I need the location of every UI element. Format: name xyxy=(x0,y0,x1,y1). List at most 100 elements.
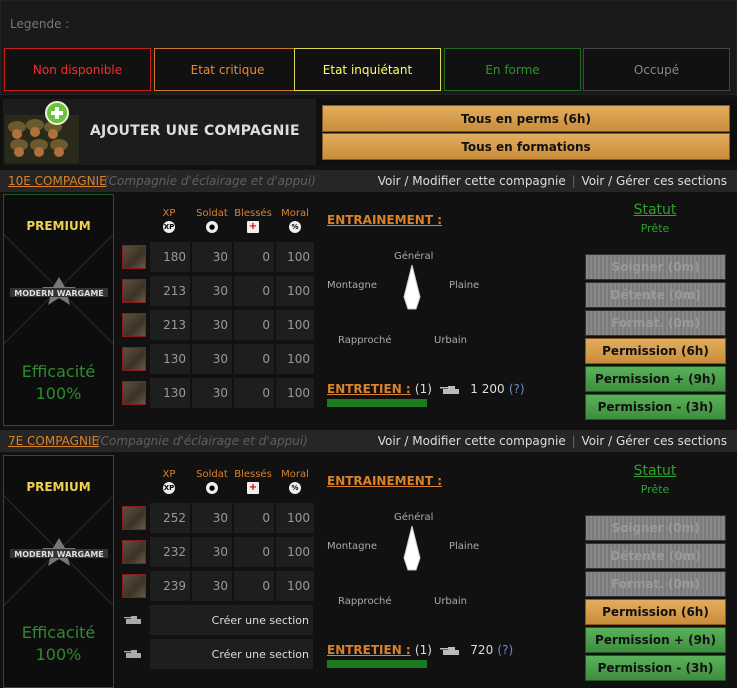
soldat-header: Soldat ● xyxy=(193,208,231,242)
status-panel: Statut Prête Soigner (0m) Détente (0m) F… xyxy=(580,194,730,426)
moral-cell: 100 xyxy=(276,242,314,272)
statut-link[interactable]: Statut xyxy=(580,202,730,218)
entretien-label[interactable]: ENTRETIEN : xyxy=(327,643,411,657)
radar-label-urbain: Urbain xyxy=(434,335,468,346)
company-name-link[interactable]: 10E COMPAGNIE xyxy=(8,174,107,188)
xp-cell: 213 xyxy=(150,276,190,306)
permission-button[interactable]: Permission (6h) xyxy=(585,338,726,364)
moral-cell: 100 xyxy=(276,344,314,374)
moral-cell: 100 xyxy=(276,378,314,408)
entretien-cost: 720 xyxy=(470,643,494,657)
blesses-cell: 0 xyxy=(234,378,274,408)
table-row[interactable]: 252 30 0 100 xyxy=(120,503,315,533)
soldat-cell: 30 xyxy=(192,344,232,374)
soldat-cell: 30 xyxy=(192,537,232,567)
blesses-cell: 0 xyxy=(234,310,274,340)
training-title[interactable]: ENTRAINEMENT : xyxy=(327,474,442,488)
permission-plus-button[interactable]: Permission + (9h) xyxy=(585,627,726,653)
modern-wargame-logo: MODERN WARGAME xyxy=(10,277,108,305)
manage-sections-link[interactable]: Voir / Gérer ces sections xyxy=(581,174,727,188)
medical-cross-icon: + xyxy=(247,482,259,494)
soldat-cell: 30 xyxy=(192,276,232,306)
efficacite-label: Efficacité xyxy=(21,623,96,642)
permission-plus-button[interactable]: Permission + (9h) xyxy=(585,366,726,392)
link-separator: | xyxy=(571,434,576,448)
table-row[interactable]: 180 30 0 100 xyxy=(120,242,315,272)
moral-cell: 100 xyxy=(276,537,314,567)
xp-header-label: XP xyxy=(162,208,176,219)
soldat-cell: 30 xyxy=(192,503,232,533)
entretien-line: ENTRETIEN : (1) 1 200 (?) xyxy=(327,382,525,396)
premium-label: PREMIUM xyxy=(26,480,91,494)
statut-link[interactable]: Statut xyxy=(580,463,730,479)
create-section-link[interactable]: Créer une section xyxy=(150,605,313,635)
table-row[interactable]: 232 30 0 100 xyxy=(120,537,315,567)
soldat-cell: 30 xyxy=(192,571,232,601)
soldier-icon: ● xyxy=(206,221,218,233)
section-soldier-image xyxy=(122,506,146,530)
moral-header-label: Moral xyxy=(281,469,309,480)
moral-cell: 100 xyxy=(276,571,314,601)
permission-minus-button[interactable]: Permission - (3h) xyxy=(585,655,726,681)
blesses-cell: 0 xyxy=(234,537,274,567)
soigner-button[interactable]: Soigner (0m) xyxy=(585,515,726,541)
link-separator: | xyxy=(571,174,576,188)
section-soldier-image xyxy=(122,540,146,564)
xp-icon: XP xyxy=(163,221,175,233)
detente-button[interactable]: Détente (0m) xyxy=(585,543,726,569)
company-description: (Compagnie d'éclairage et d'appui) xyxy=(96,434,308,448)
table-row[interactable]: 213 30 0 100 xyxy=(120,276,315,306)
entretien-count: (1) xyxy=(414,382,432,396)
soldat-header: Soldat ● xyxy=(193,469,231,503)
formation-button[interactable]: Format. (0m) xyxy=(585,310,726,336)
entretien-help-link[interactable]: (?) xyxy=(509,382,525,396)
detente-button[interactable]: Détente (0m) xyxy=(585,282,726,308)
add-company-button[interactable]: AJOUTER UNE COMPAGNIE xyxy=(3,99,316,165)
table-row[interactable]: 130 30 0 100 xyxy=(120,378,315,408)
table-row[interactable]: 213 30 0 100 xyxy=(120,310,315,340)
section-soldier-image xyxy=(122,245,146,269)
formation-button[interactable]: Format. (0m) xyxy=(585,571,726,597)
soldier-icon: ● xyxy=(206,482,218,494)
permission-minus-button[interactable]: Permission - (3h) xyxy=(585,394,726,420)
xp-cell: 213 xyxy=(150,310,190,340)
xp-header-label: XP xyxy=(162,469,176,480)
soldat-header-label: Soldat xyxy=(196,208,228,219)
company-links: Voir / Modifier cette compagnie | Voir /… xyxy=(378,174,727,188)
efficacite-label: Efficacité xyxy=(21,362,96,381)
table-row[interactable]: Créer une section xyxy=(120,639,315,669)
soigner-button[interactable]: Soigner (0m) xyxy=(585,254,726,280)
tank-icon xyxy=(124,616,141,624)
table-row[interactable]: Créer une section xyxy=(120,605,315,635)
efficacite-display: Efficacité 100% xyxy=(4,361,113,405)
training-radar-chart xyxy=(403,264,421,310)
entretien-help-link[interactable]: (?) xyxy=(497,643,513,657)
efficacite-value: 100% xyxy=(35,645,82,664)
radar-label-plaine: Plaine xyxy=(449,541,480,552)
legend-etat-inquietant: Etat inquiétant xyxy=(294,48,441,91)
create-section-link[interactable]: Créer une section xyxy=(150,639,313,669)
entretien-progress-bar xyxy=(327,660,427,668)
modify-company-link[interactable]: Voir / Modifier cette compagnie xyxy=(378,434,566,448)
permission-button[interactable]: Permission (6h) xyxy=(585,599,726,625)
efficacite-value: 100% xyxy=(35,384,82,403)
all-formations-button[interactable]: Tous en formations xyxy=(322,133,730,160)
svg-text:MODERN WARGAME: MODERN WARGAME xyxy=(14,550,104,559)
table-row[interactable]: 130 30 0 100 xyxy=(120,344,315,374)
training-title[interactable]: ENTRAINEMENT : xyxy=(327,213,442,227)
premium-label: PREMIUM xyxy=(26,219,91,233)
training-panel: ENTRAINEMENT : Général Plaine Montagne R… xyxy=(322,474,574,674)
manage-sections-link[interactable]: Voir / Gérer ces sections xyxy=(581,434,727,448)
entretien-cost: 1 200 xyxy=(470,382,505,396)
svg-text:MODERN WARGAME: MODERN WARGAME xyxy=(14,289,104,298)
entretien-label[interactable]: ENTRETIEN : xyxy=(327,382,411,396)
modify-company-link[interactable]: Voir / Modifier cette compagnie xyxy=(378,174,566,188)
moral-cell: 100 xyxy=(276,503,314,533)
medical-cross-icon: + xyxy=(247,221,259,233)
company-description: (Compagnie d'éclairage et d'appui) xyxy=(104,174,316,188)
company-name-link[interactable]: 7E COMPAGNIE xyxy=(8,434,99,448)
table-row[interactable]: 239 30 0 100 xyxy=(120,571,315,601)
xp-cell: 130 xyxy=(150,344,190,374)
all-perms-button[interactable]: Tous en perms (6h) xyxy=(322,105,730,132)
moral-header: Moral% xyxy=(276,208,314,242)
